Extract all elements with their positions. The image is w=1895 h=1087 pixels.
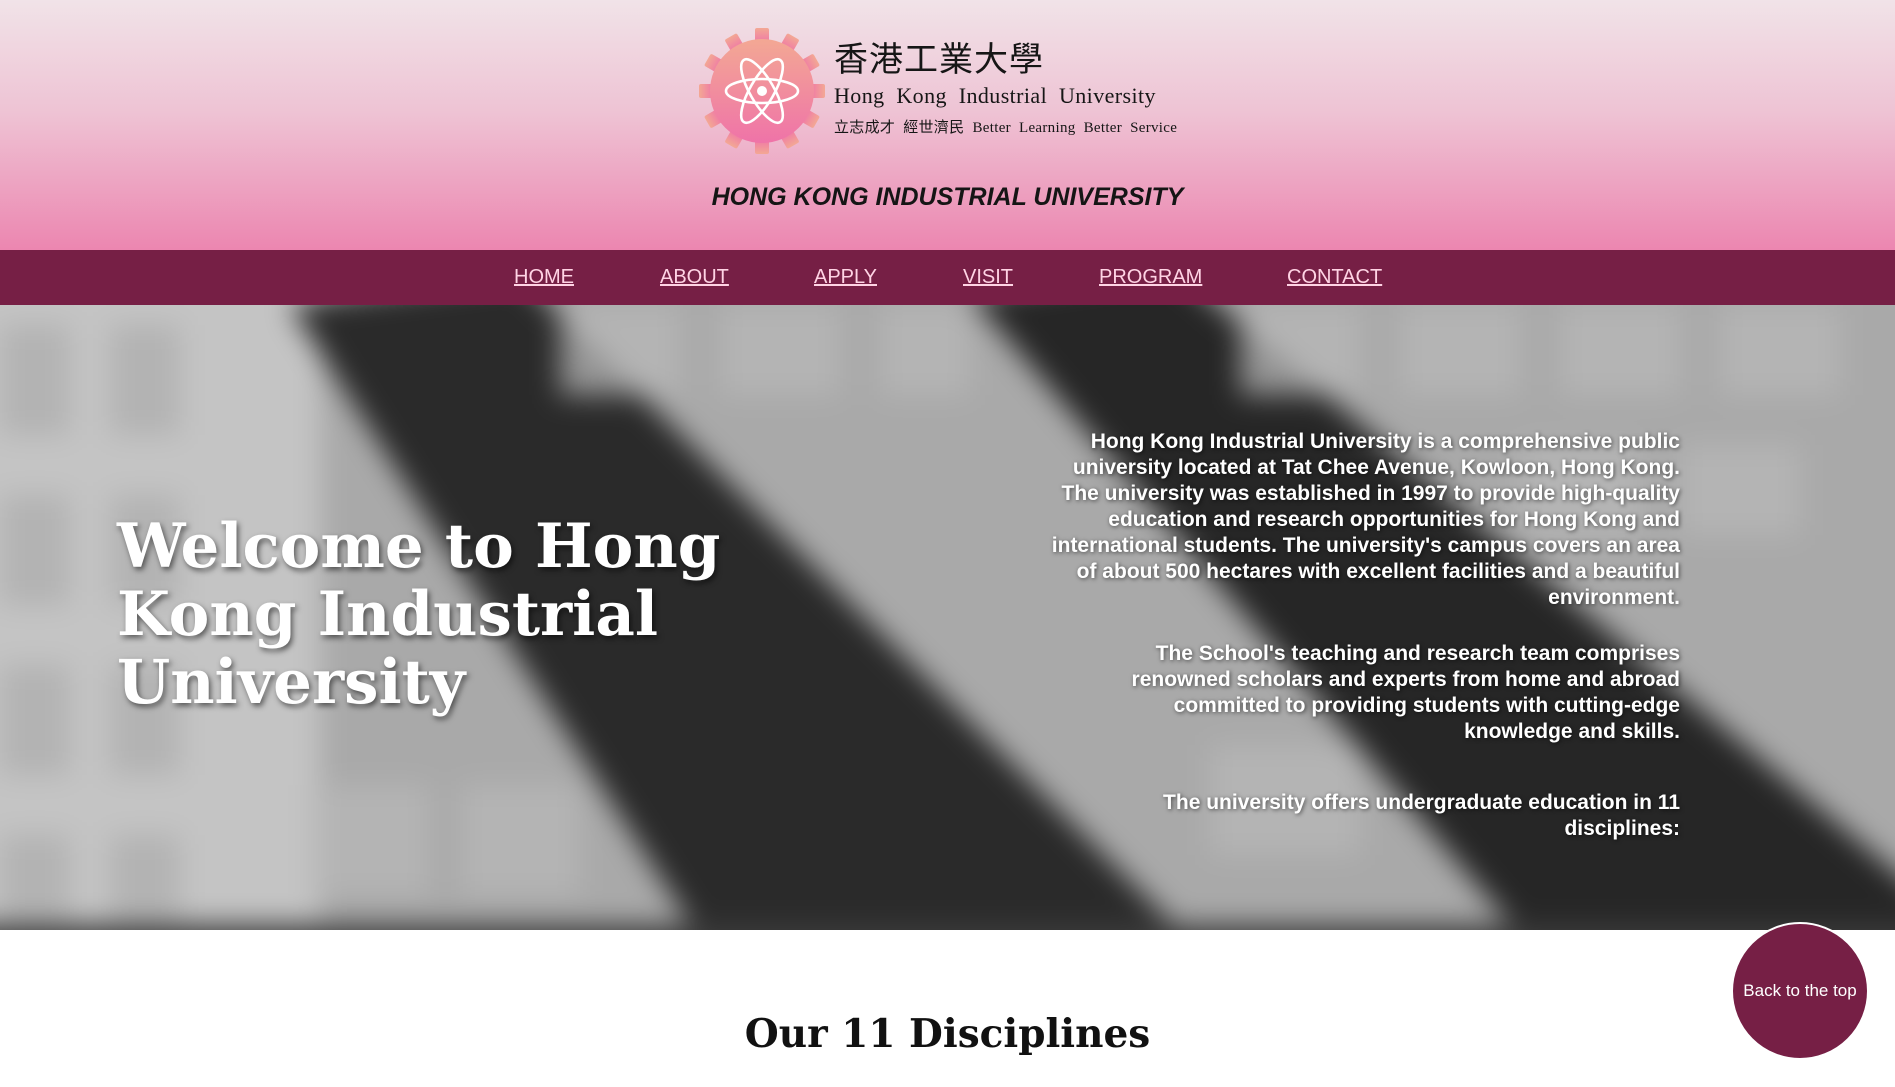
main-nav: HOME ABOUT APPLY VISIT PROGRAM CONTACT <box>0 250 1895 305</box>
logo-motto: 立志成才 經世濟民 Better Learning Better Service <box>834 120 1178 136</box>
atom-gear-logo-icon <box>699 28 825 154</box>
hero-paragraph-team: The School's teaching and research team … <box>1131 642 1680 743</box>
site-title: HONG KONG INDUSTRIAL UNIVERSITY <box>711 183 1184 211</box>
nav-visit-link[interactable]: VISIT <box>963 266 1013 288</box>
nav-contact-link[interactable]: CONTACT <box>1287 266 1382 288</box>
hero-section: Welcome to Hong Kong Industrial Universi… <box>0 305 1895 930</box>
university-logo[interactable]: 香港工業大學 Hong Kong Industrial University 立… <box>697 26 1197 156</box>
nav-home-link[interactable]: HOME <box>514 266 574 288</box>
disciplines-heading: Our 11 Disciplines <box>744 1011 1151 1057</box>
site-header: 香港工業大學 Hong Kong Industrial University 立… <box>0 0 1895 250</box>
nav-about-link[interactable]: ABOUT <box>660 266 729 288</box>
nav-program-link[interactable]: PROGRAM <box>1099 266 1202 288</box>
logo-chinese-name: 香港工業大學 <box>834 40 1044 80</box>
logo-english-name: Hong Kong Industrial University <box>834 83 1156 108</box>
hero-paragraph-intro: Hong Kong Industrial University is a com… <box>1051 430 1680 609</box>
back-to-top-button[interactable]: Back to the top <box>1731 922 1869 1060</box>
hero-paragraph-disciplines: The university offers undergraduate educ… <box>1163 791 1680 840</box>
page: 香港工業大學 Hong Kong Industrial University 立… <box>0 0 1895 1087</box>
hero-title: Welcome to Hong Kong Industrial Universi… <box>117 511 721 718</box>
nav-apply-link[interactable]: APPLY <box>814 266 877 288</box>
